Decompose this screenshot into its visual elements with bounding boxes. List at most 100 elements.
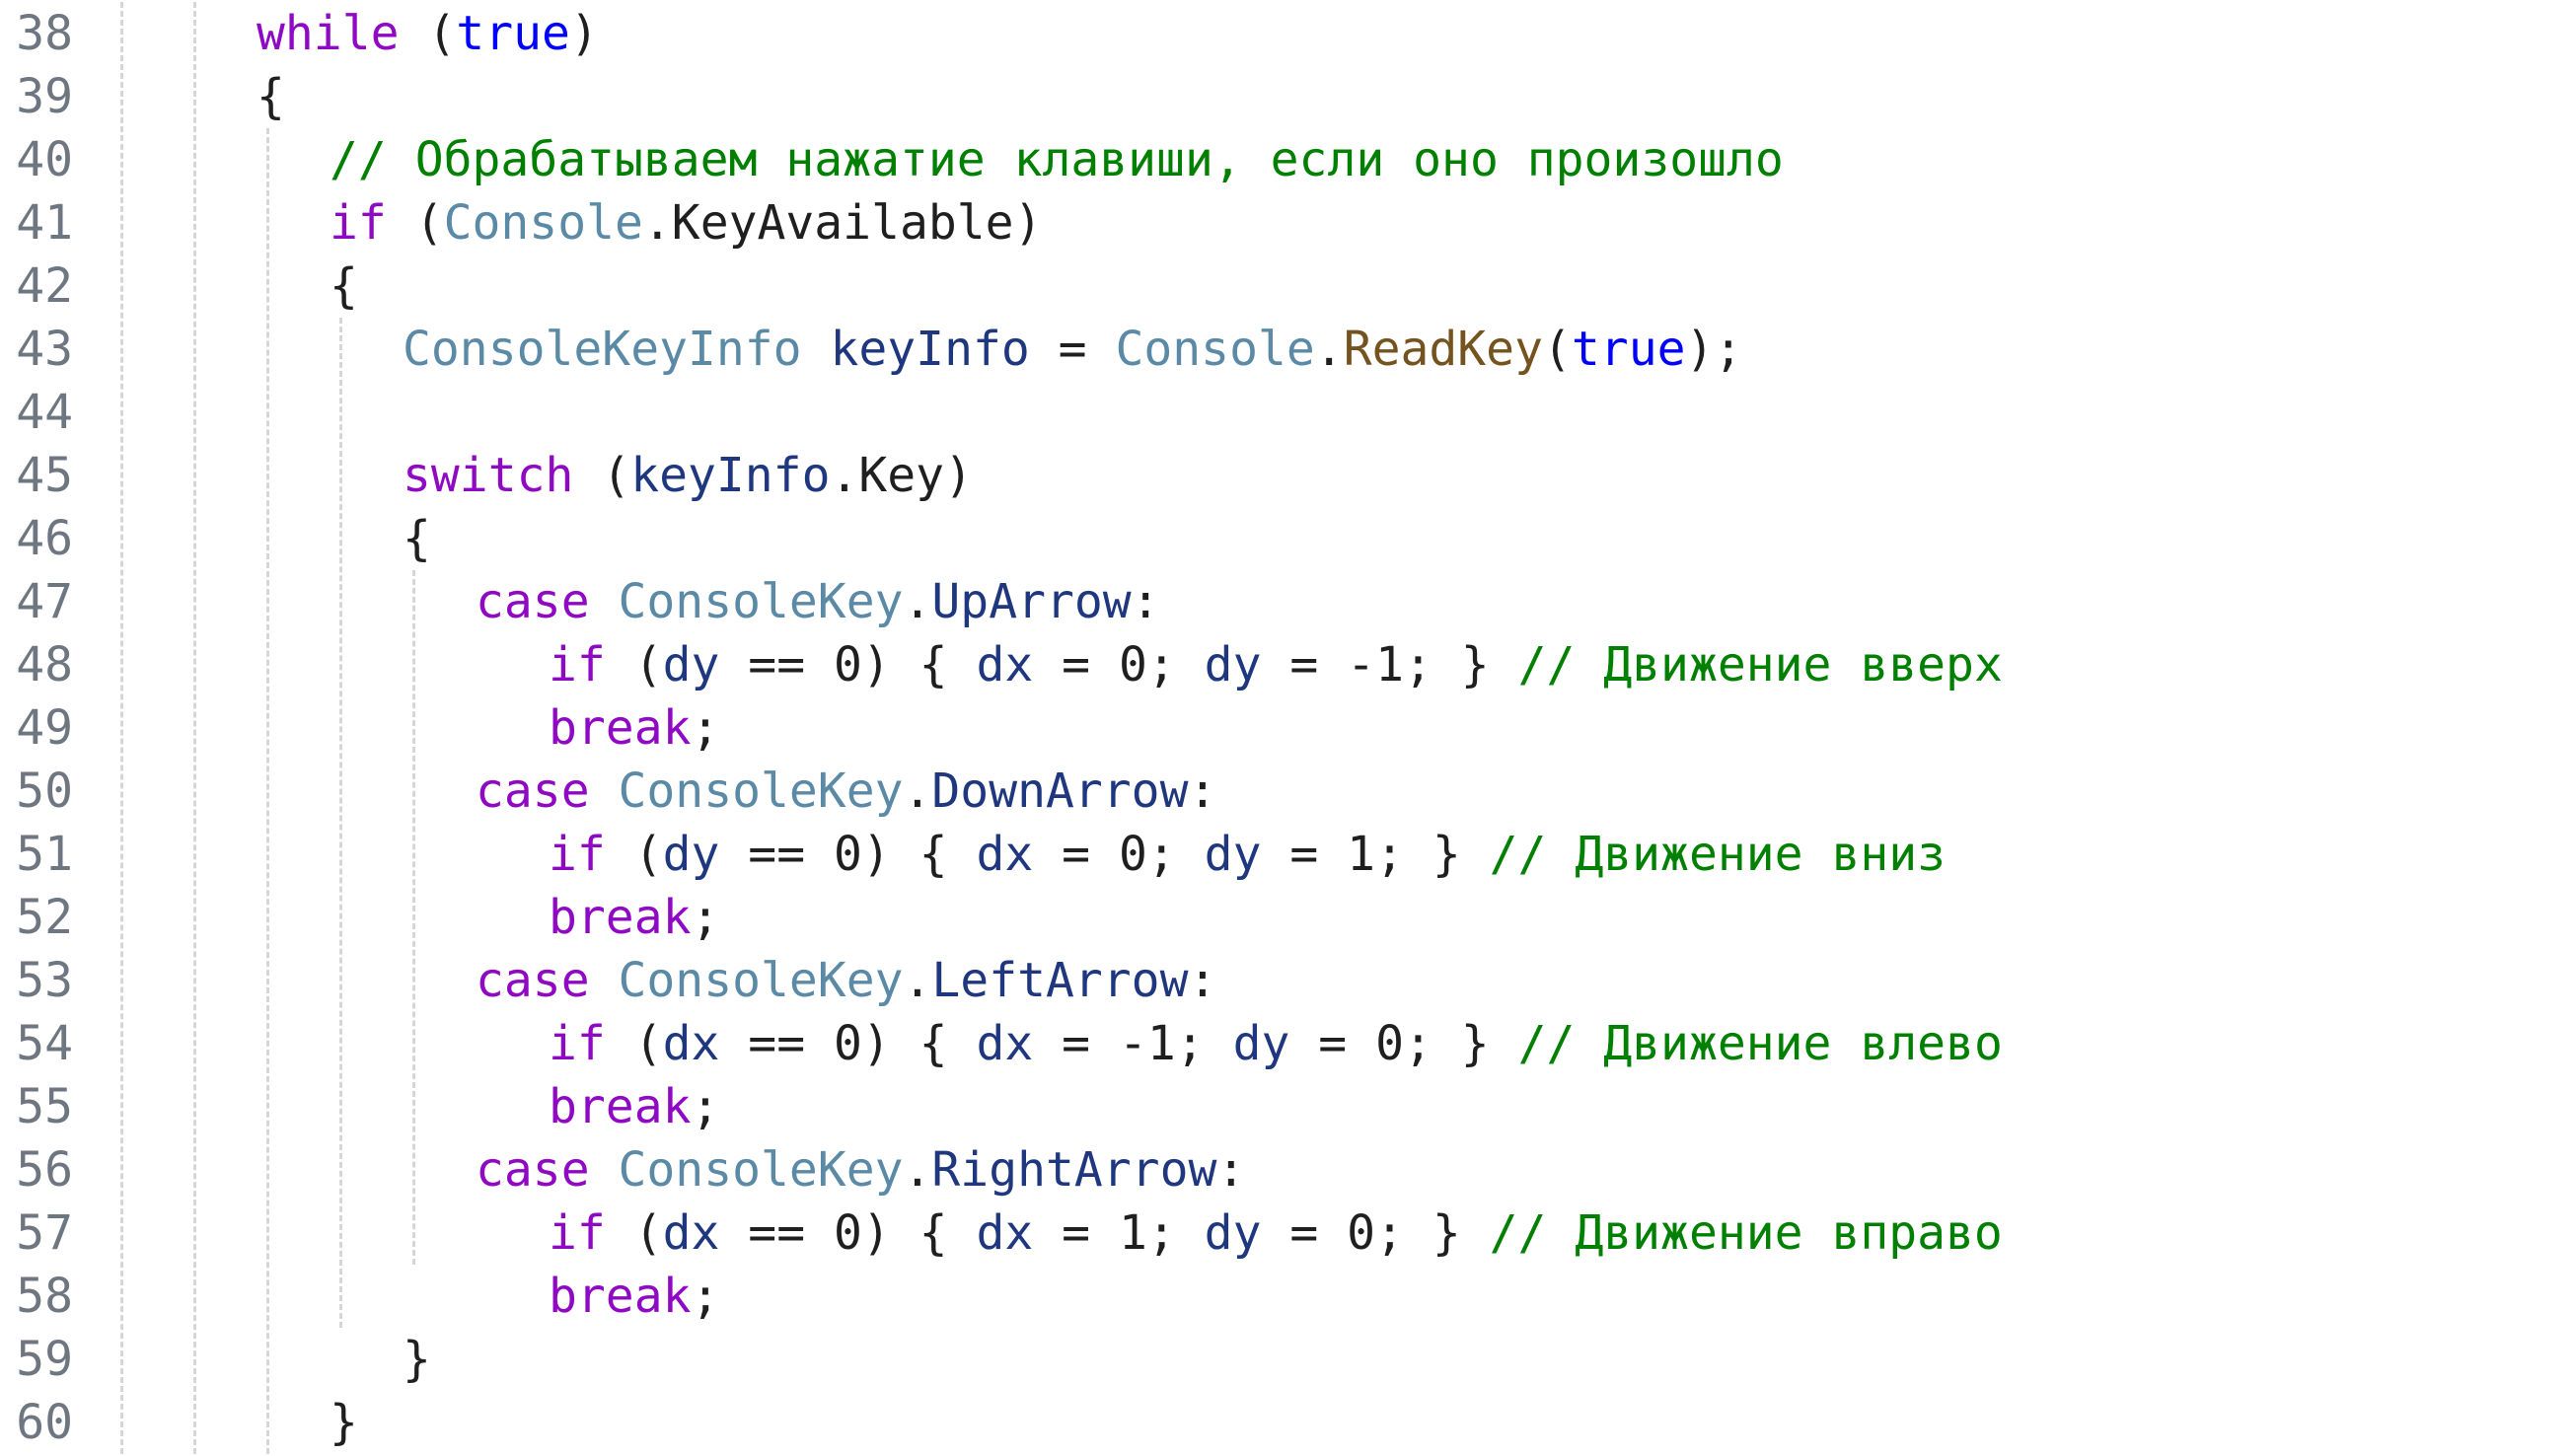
code-token: { [403,511,431,566]
code-token: dy [1204,827,1262,882]
code-token: ( [573,448,631,503]
code-line[interactable]: 46 { [0,507,2571,570]
code-token: switch [403,448,574,503]
code-token: UpArrow [931,574,1132,629]
code-text: if (dy == 0) { dx = 0; dy = 1; } // Движ… [549,823,1946,886]
code-text: while (true) [257,2,599,65]
code-line[interactable]: 57 if (dx == 0) { dx = 1; dy = 0; } // Дв… [0,1201,2571,1265]
line-number: 42 [16,258,73,314]
code-line[interactable]: 51 if (dy == 0) { dx = 0; dy = 1; } // Дв… [0,823,2571,886]
code-text: } [403,1328,431,1391]
code-token: dx [976,1016,1034,1071]
code-line[interactable]: 47 case ConsoleKey.UpArrow: [0,570,2571,633]
code-token: . [1314,322,1344,377]
code-token: ConsoleKey [618,1142,904,1198]
code-token: if [549,1016,606,1071]
line-number: 39 [16,69,73,124]
code-text: // Обрабатываем нажатие клавиши, если он… [330,128,1784,191]
line-number: 60 [16,1395,73,1450]
code-token: break [549,890,692,945]
code-token: case [476,953,590,1008]
code-line[interactable]: 53 case ConsoleKey.LeftArrow: [0,949,2571,1012]
code-line[interactable]: 50 case ConsoleKey.DownArrow: [0,760,2571,823]
code-token: case [476,1142,590,1198]
code-token: break [549,700,692,756]
code-token: = 0; } [1289,1016,1518,1071]
line-number: 52 [16,890,73,945]
code-token: ; [691,890,720,945]
code-text: case ConsoleKey.DownArrow: [476,760,1216,823]
code-token: .Key) [830,448,973,503]
line-number: 49 [16,700,73,756]
line-number: 43 [16,322,73,377]
code-token: dx [976,1205,1034,1261]
code-token: dx [976,637,1034,692]
code-text: switch (keyInfo.Key) [403,444,973,507]
code-token: // Обрабатываем нажатие клавиши, если он… [330,132,1784,187]
code-line[interactable]: 43 ConsoleKeyInfo keyInfo = Console.ReadK… [0,318,2571,381]
code-text: } [330,1391,358,1454]
code-text: case ConsoleKey.UpArrow: [476,570,1160,633]
line-number: 48 [16,637,73,692]
code-line[interactable]: 44 [0,381,2571,444]
code-token: ( [1542,322,1572,377]
code-line[interactable]: 48 if (dy == 0) { dx = 0; dy = -1; } // Д… [0,633,2571,696]
code-token: if [549,1205,606,1261]
code-token: . [903,574,932,629]
code-token: // Движение влево [1517,1016,2003,1071]
code-token: case [476,574,590,629]
code-line[interactable]: 40 // Обрабатываем нажатие клавиши, если … [0,128,2571,191]
code-token: dx [662,1205,720,1261]
code-text: case ConsoleKey.RightArrow: [476,1138,1245,1201]
code-line[interactable]: 39 { [0,65,2571,128]
code-token: ConsoleKeyInfo [403,322,802,377]
code-token: = 0; [1033,637,1205,692]
code-text: break; [549,1265,719,1328]
code-token: == 0) { [719,637,977,692]
code-line[interactable]: 59} [0,1328,2571,1391]
code-editor[interactable]: 38 while (true) 39{40// Обрабатываем нажат… [0,0,2571,1456]
code-token: . [903,953,932,1008]
code-token: ) [569,6,599,61]
code-line[interactable]: 52 break; [0,886,2571,949]
code-line[interactable]: 60} [0,1391,2571,1454]
code-token: Console [1115,322,1315,377]
code-token: if [330,195,387,251]
code-token: ; [691,1269,720,1324]
code-token: ( [605,827,663,882]
code-token: ); [1685,322,1743,377]
code-token: dx [976,827,1034,882]
code-token: .KeyAvailable) [642,195,1043,251]
code-line[interactable]: 55 break; [0,1075,2571,1138]
code-line[interactable]: 45 switch (keyInfo.Key) [0,444,2571,507]
line-number: 47 [16,574,73,629]
code-text: break; [549,696,719,760]
code-token: } [403,1332,431,1387]
code-token: Console [443,195,643,251]
code-token: dy [1204,1205,1262,1261]
code-token: // Движение вниз [1489,827,1947,882]
code-line[interactable]: 58 break; [0,1265,2571,1328]
code-line[interactable]: 49 break; [0,696,2571,760]
line-number: 40 [16,132,73,187]
code-token: ( [605,1205,663,1261]
code-token: dy [662,637,720,692]
code-line[interactable]: 41 if (Console.KeyAvailable) [0,191,2571,255]
code-token: ( [605,637,663,692]
code-line[interactable]: 38 while (true) [0,2,2571,65]
code-token: = 1; [1033,1205,1205,1261]
code-token: = 0; [1033,827,1205,882]
code-text: if (dx == 0) { dx = -1; dy = 0; } // Дви… [549,1012,2003,1075]
code-line[interactable]: 42 { [0,255,2571,318]
line-number: 58 [16,1269,73,1324]
code-token: == 0) { [719,827,977,882]
code-token: true [456,6,570,61]
code-line[interactable]: 54 if (dx == 0) { dx = -1; dy = 0; } // Д… [0,1012,2571,1075]
code-line[interactable]: 56 case ConsoleKey.RightArrow: [0,1138,2571,1201]
code-token: = -1; } [1261,637,1518,692]
code-token: LeftArrow [931,953,1189,1008]
